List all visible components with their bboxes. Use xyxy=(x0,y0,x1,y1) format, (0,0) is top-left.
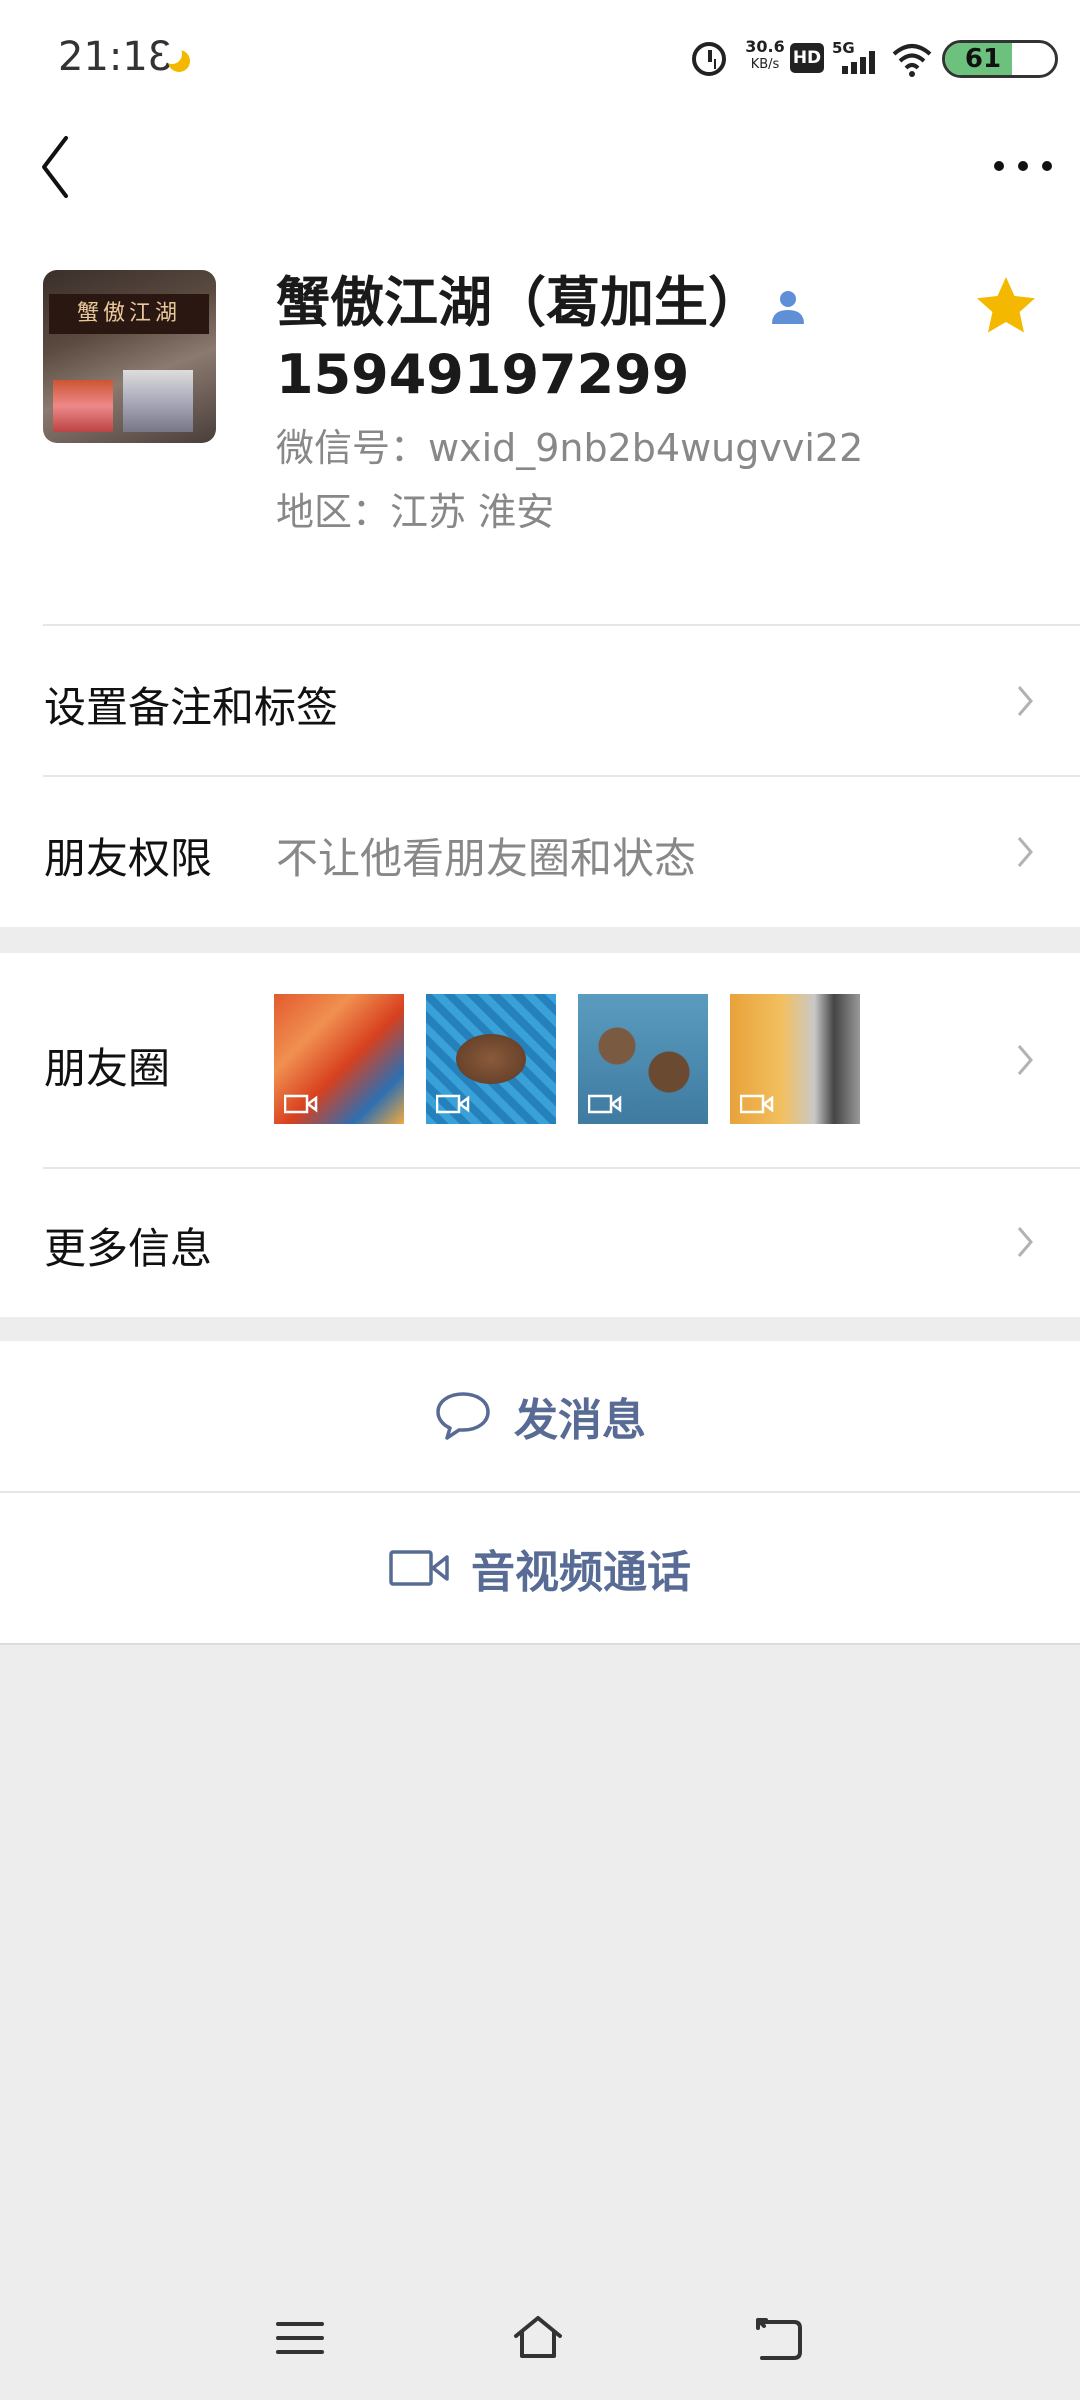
contact-phone: 15949197299 xyxy=(276,343,690,406)
wechat-id: 微信号：wxid_9nb2b4wugvvi22 xyxy=(276,426,864,470)
send-message-button[interactable]: 发消息 xyxy=(0,1341,1080,1491)
friend-permissions-row[interactable]: 朋友权限 不让他看朋友圈和状态 xyxy=(0,777,1080,927)
avatar-sign: 蟹傲江湖 xyxy=(49,294,209,334)
more-info-row[interactable]: 更多信息 xyxy=(0,1169,1080,1317)
moment-thumbnail[interactable] xyxy=(730,994,860,1124)
video-camera-icon xyxy=(436,1094,470,1114)
chevron-right-icon xyxy=(1017,1227,1033,1257)
back-nav-icon[interactable] xyxy=(754,2312,806,2364)
star-icon[interactable] xyxy=(974,274,1038,338)
svg-text:5G: 5G xyxy=(832,39,855,57)
nav-bar xyxy=(0,118,1080,280)
profile-page: 21:18 30.6 KB/s HD 5G 61 蟹傲江湖 蟹傲江湖（葛加生） … xyxy=(0,0,1080,1643)
region: 地区：江苏 淮安 xyxy=(276,490,555,534)
divider xyxy=(0,1643,1080,1645)
battery-level: 61 xyxy=(964,44,1002,74)
home-icon[interactable] xyxy=(512,2312,564,2364)
moment-thumbnail[interactable] xyxy=(274,994,404,1124)
status-bar: 21:18 30.6 KB/s HD 5G 61 xyxy=(0,0,1080,118)
section-gap xyxy=(0,927,1080,953)
video-camera-icon xyxy=(284,1094,318,1114)
system-nav-bar xyxy=(0,2290,1080,2380)
chevron-right-icon xyxy=(1017,686,1033,716)
moon-icon xyxy=(162,44,190,72)
remark-tags-row[interactable]: 设置备注和标签 xyxy=(0,626,1080,776)
moments-label: 朋友圈 xyxy=(44,1044,171,1093)
moment-thumbnail[interactable] xyxy=(426,994,556,1124)
friend-permissions-value: 不让他看朋友圈和状态 xyxy=(276,834,697,883)
net-speed: 30.6 KB/s xyxy=(745,37,785,73)
more-info-label: 更多信息 xyxy=(44,1224,213,1273)
moments-thumbnails xyxy=(274,994,860,1124)
battery-icon: 61 xyxy=(942,40,1058,78)
back-icon[interactable] xyxy=(36,132,76,202)
remark-tags-label: 设置备注和标签 xyxy=(44,683,339,732)
hd-icon: HD xyxy=(790,43,824,73)
alarm-icon xyxy=(692,42,726,76)
signal-icon: 5G xyxy=(832,39,875,74)
chevron-right-icon xyxy=(1017,1045,1033,1075)
video-call-icon xyxy=(389,1550,449,1586)
contact-name: 蟹傲江湖（葛加生） xyxy=(276,266,808,340)
video-camera-icon xyxy=(588,1094,622,1114)
chevron-right-icon xyxy=(1017,837,1033,867)
friend-permissions-label: 朋友权限 xyxy=(44,834,213,883)
more-options-icon[interactable] xyxy=(994,156,1052,176)
chat-bubble-icon xyxy=(436,1392,490,1440)
wifi-icon xyxy=(892,44,932,77)
video-camera-icon xyxy=(740,1094,774,1114)
av-call-button[interactable]: 音视频通话 xyxy=(0,1493,1080,1643)
menu-icon[interactable] xyxy=(274,2312,326,2364)
av-call-label: 音视频通话 xyxy=(471,1547,691,1598)
person-icon xyxy=(772,291,804,325)
avatar[interactable]: 蟹傲江湖 xyxy=(43,270,216,443)
send-message-label: 发消息 xyxy=(514,1395,646,1446)
moment-thumbnail[interactable] xyxy=(578,994,708,1124)
section-gap xyxy=(0,1317,1080,1341)
status-time: 21:18 xyxy=(58,34,174,80)
